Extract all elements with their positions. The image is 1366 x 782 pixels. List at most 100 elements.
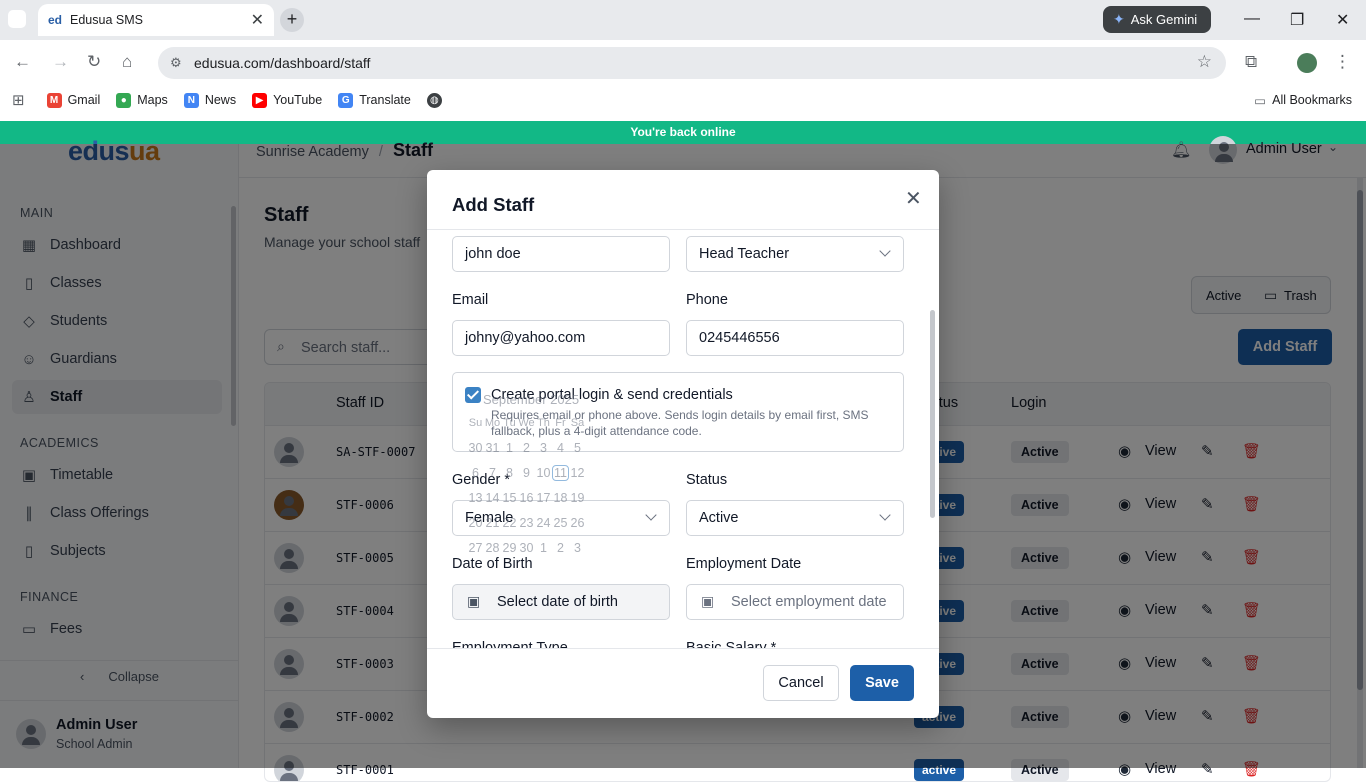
- calendar-week: 27 28 29 30 1 2 3: [467, 535, 595, 560]
- close-icon[interactable]: ✕: [905, 186, 922, 211]
- gmail-icon: M: [46, 92, 62, 108]
- calendar-day[interactable]: 9: [518, 466, 535, 480]
- bookmark-star-icon[interactable]: ☆: [1197, 52, 1212, 72]
- tab-close-icon[interactable]: ✕: [251, 10, 264, 30]
- reload-icon[interactable]: ↻: [87, 52, 101, 72]
- extensions-icon[interactable]: ⧉: [1245, 52, 1257, 72]
- calendar-day[interactable]: 5: [569, 441, 586, 455]
- calendar-icon: ▣: [467, 593, 481, 609]
- date-picker-calendar: September 2025 Su Mo Tu We Th Fr Sa 30 31 1 2 3 4 5 6…: [467, 390, 595, 568]
- bookmark-youtube[interactable]: ▶ YouTube: [252, 92, 322, 108]
- status-label: Status: [686, 472, 728, 488]
- calendar-day[interactable]: 21: [484, 516, 501, 530]
- calendar-day[interactable]: 11: [552, 464, 569, 481]
- name-input[interactable]: john doe: [452, 236, 670, 272]
- maps-icon: ●: [116, 92, 132, 108]
- calendar-day[interactable]: 26: [569, 516, 586, 530]
- calendar-day[interactable]: 3: [569, 541, 586, 555]
- phone-label: Phone: [686, 292, 728, 308]
- calendar-weekday: We: [518, 416, 535, 429]
- calendar-day[interactable]: 17: [535, 491, 552, 505]
- calendar-day[interactable]: 30: [467, 441, 484, 455]
- menu-icon[interactable]: ⋮: [1334, 52, 1351, 72]
- back-online-banner: You're back online: [0, 121, 1366, 144]
- calendar-weekday: Mo: [484, 416, 501, 429]
- window-close-icon[interactable]: ✕: [1336, 10, 1349, 30]
- tab-title: Edusua SMS: [70, 13, 143, 27]
- calendar-day[interactable]: 1: [501, 441, 518, 455]
- save-button[interactable]: Save: [850, 665, 914, 701]
- calendar-day[interactable]: 28: [484, 541, 501, 555]
- status-select[interactable]: Active: [686, 500, 904, 536]
- calendar-day[interactable]: 14: [484, 491, 501, 505]
- cancel-button[interactable]: Cancel: [763, 665, 839, 701]
- bookmarks-bar: ⊞ M Gmail ● Maps N News ▶ YouTube G Translate…: [0, 86, 1366, 114]
- profile-avatar[interactable]: [1297, 53, 1317, 73]
- calendar-day[interactable]: 16: [518, 491, 535, 505]
- calendar-day[interactable]: 20: [467, 516, 484, 530]
- calendar-week: 20 21 22 23 24 25 26: [467, 510, 595, 535]
- calendar-weekday: Su: [468, 416, 483, 429]
- calendar-day[interactable]: 27: [467, 541, 484, 555]
- calendar-day[interactable]: 13: [467, 491, 484, 505]
- site-info-icon[interactable]: ⚙: [170, 55, 182, 71]
- calendar-day[interactable]: 22: [501, 516, 518, 530]
- home-icon[interactable]: ⌂: [122, 52, 132, 72]
- employment-date-label: Employment Date: [686, 556, 802, 572]
- back-icon[interactable]: ←: [14, 52, 31, 72]
- add-staff-modal: Add Staff ✕ john doe Head Teacher Email …: [427, 170, 939, 718]
- calendar-day[interactable]: 15: [501, 491, 518, 505]
- calendar-day[interactable]: 29: [501, 541, 518, 555]
- calendar-day[interactable]: 18: [552, 491, 569, 505]
- forward-icon[interactable]: →: [52, 52, 69, 72]
- calendar-day[interactable]: 1: [535, 541, 552, 555]
- address-bar[interactable]: ⚙ edusua.com/dashboard/staff ☆: [158, 47, 1226, 79]
- calendar-day[interactable]: 2: [552, 541, 569, 555]
- browser-tab-bar: ed Edusua SMS ✕ + ✦ Ask Gemini — ❐ ✕: [0, 0, 1366, 40]
- calendar-day[interactable]: 10: [535, 466, 552, 480]
- bookmark-gmail[interactable]: M Gmail: [46, 92, 100, 108]
- modal-footer-divider: [427, 648, 939, 649]
- tab-search-icon[interactable]: [8, 10, 26, 28]
- maximize-icon[interactable]: ❐: [1290, 10, 1304, 30]
- ask-gemini-button[interactable]: ✦ Ask Gemini: [1103, 6, 1211, 33]
- new-tab-button[interactable]: +: [280, 8, 304, 32]
- calendar-day[interactable]: 4: [552, 441, 569, 455]
- dob-picker[interactable]: ▣ Select date of birth: [452, 584, 670, 620]
- calendar-weekday: Th: [537, 416, 550, 429]
- modal-body: john doe Head Teacher Email Phone johny@…: [427, 230, 939, 648]
- calendar-day[interactable]: 3: [535, 441, 552, 455]
- url-text: edusua.com/dashboard/staff: [194, 55, 371, 71]
- modal-scrollbar[interactable]: [930, 310, 935, 518]
- modal-title: Add Staff: [452, 194, 535, 215]
- calendar-day[interactable]: 7: [484, 466, 501, 480]
- basic-salary-label: Basic Salary *: [686, 640, 777, 648]
- apps-icon[interactable]: ⊞: [12, 91, 25, 109]
- bookmark-translate[interactable]: G Translate: [338, 92, 411, 108]
- browser-tab[interactable]: ed Edusua SMS ✕: [38, 4, 274, 36]
- role-select[interactable]: Head Teacher: [686, 236, 904, 272]
- chevron-down-icon: [879, 245, 891, 257]
- calendar-day[interactable]: 12: [569, 466, 586, 480]
- calendar-day[interactable]: 31: [484, 441, 501, 455]
- chevron-down-icon: [879, 509, 891, 521]
- bookmark-news[interactable]: N News: [183, 92, 236, 108]
- calendar-day[interactable]: 24: [535, 516, 552, 530]
- calendar-day[interactable]: 23: [518, 516, 535, 530]
- calendar-day[interactable]: 6: [467, 466, 484, 480]
- calendar-day[interactable]: 25: [552, 516, 569, 530]
- all-bookmarks[interactable]: ▭ All Bookmarks: [1254, 93, 1352, 108]
- calendar-weekday: Sa: [570, 416, 585, 429]
- employment-date-picker[interactable]: ▣ Select employment date: [686, 584, 904, 620]
- email-field[interactable]: johny@yahoo.com: [452, 320, 670, 356]
- calendar-day[interactable]: 8: [501, 466, 518, 480]
- calendar-weekday: Tu: [503, 416, 516, 429]
- translate-icon: G: [338, 92, 354, 108]
- minimize-icon[interactable]: —: [1244, 10, 1260, 28]
- phone-field[interactable]: 0245446556: [686, 320, 904, 356]
- bookmark-maps[interactable]: ● Maps: [116, 92, 168, 108]
- calendar-day[interactable]: 19: [569, 491, 586, 505]
- calendar-day[interactable]: 2: [518, 441, 535, 455]
- calendar-day[interactable]: 30: [518, 541, 535, 555]
- bookmark-globe[interactable]: ◍: [426, 92, 442, 108]
